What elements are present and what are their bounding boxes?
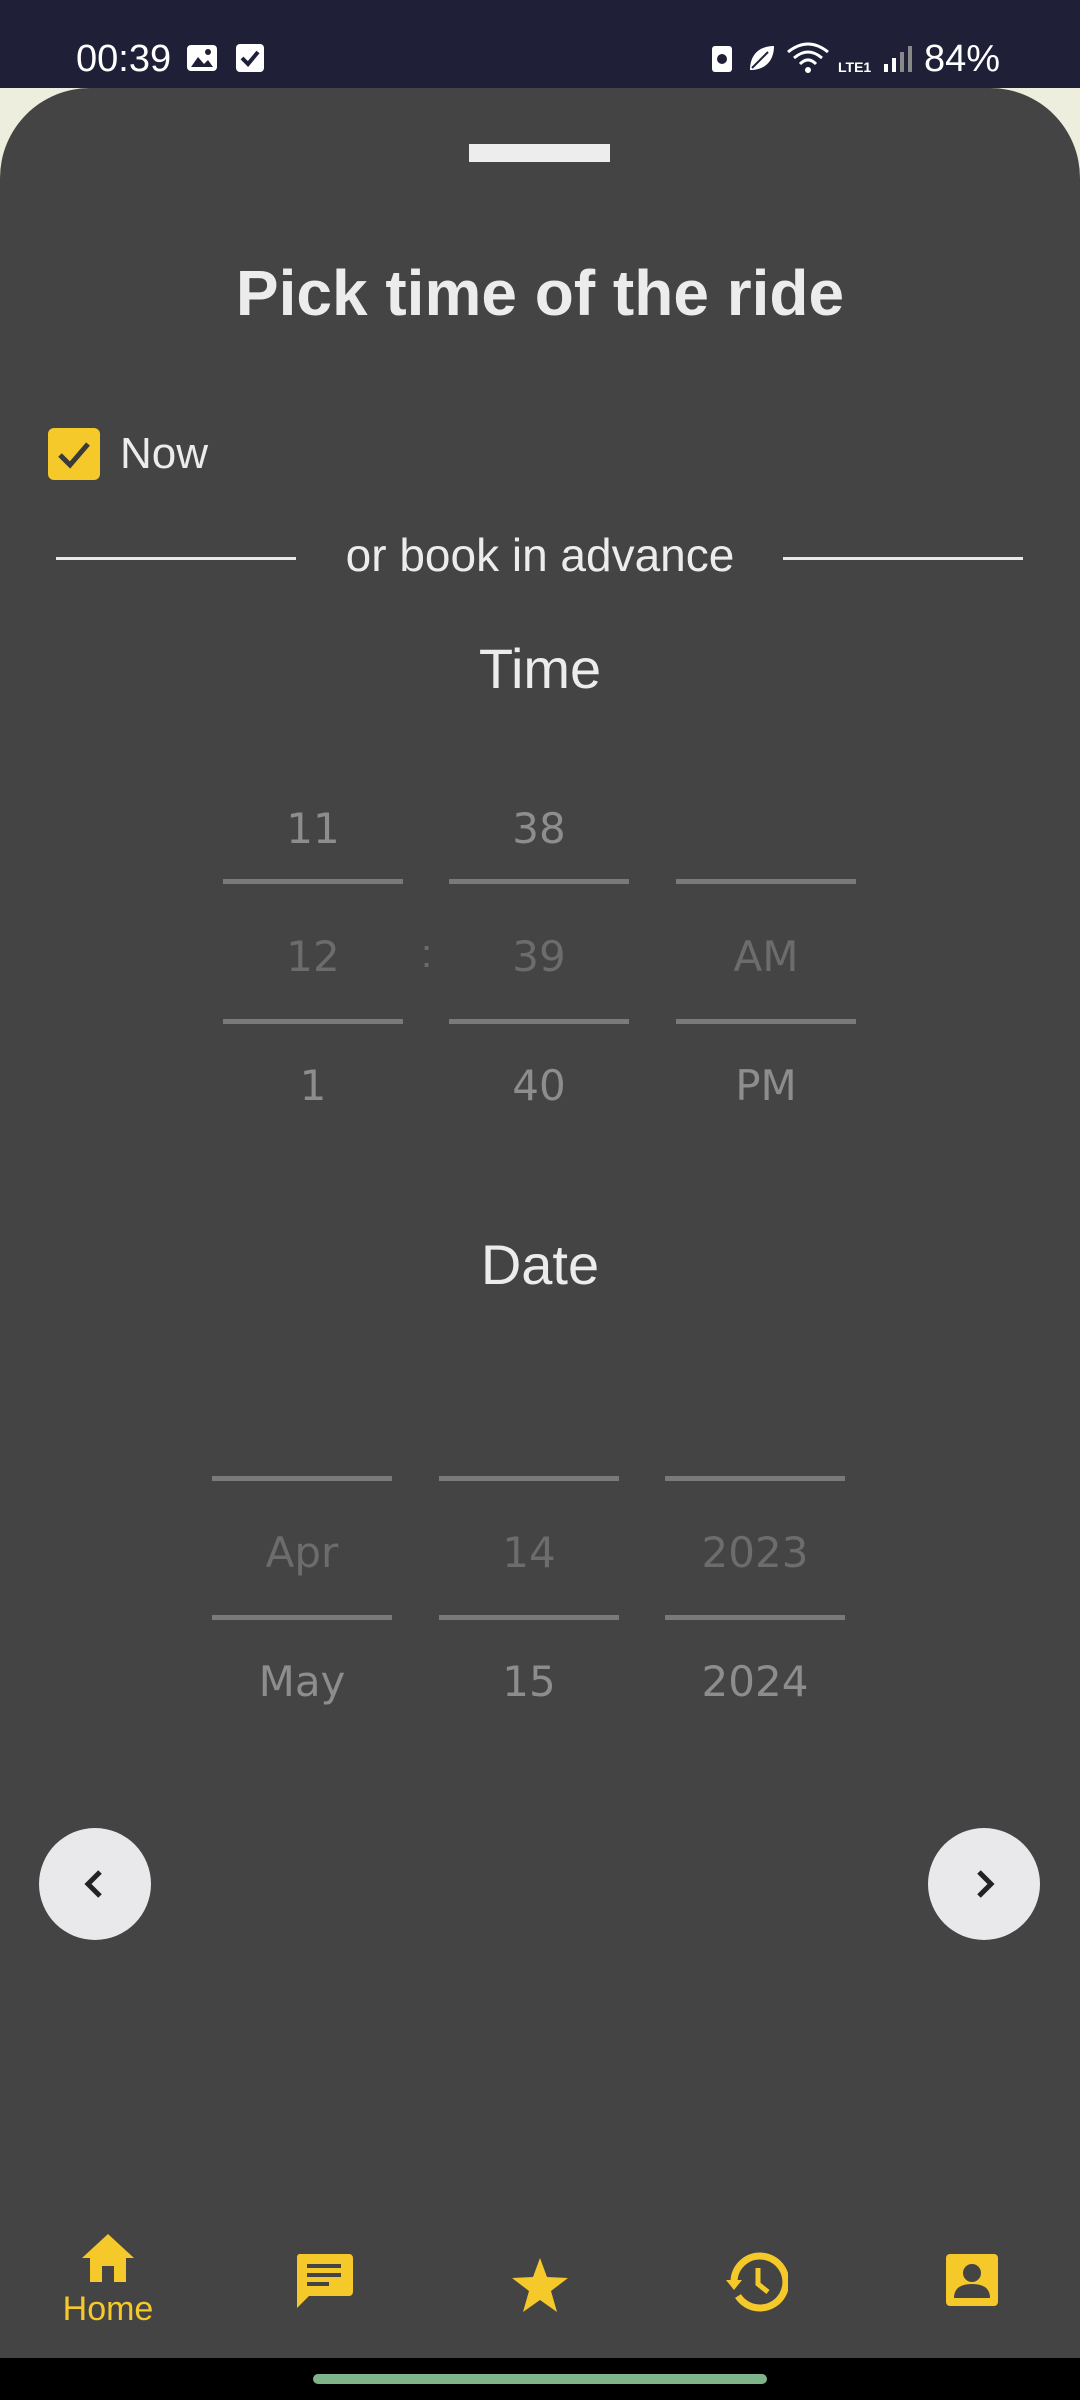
nav-item-history[interactable] bbox=[648, 2208, 864, 2358]
battery-level: 84% bbox=[923, 38, 1000, 80]
period-selected[interactable]: AM bbox=[676, 932, 856, 981]
lte-icon: LTE1 bbox=[838, 42, 878, 74]
minute-option[interactable]: 38 bbox=[449, 804, 629, 853]
time-heading: Time bbox=[478, 637, 602, 700]
gallery-notification-icon bbox=[186, 42, 218, 74]
account-icon bbox=[946, 2254, 998, 2306]
time-picker-sheet: Pick time of the ride Now or book in adv… bbox=[0, 88, 1080, 2238]
month-option[interactable]: May bbox=[212, 1657, 392, 1706]
system-navigation-bar bbox=[0, 2358, 1080, 2400]
year-option[interactable]: 2024 bbox=[665, 1657, 845, 1706]
time-separator: : bbox=[421, 932, 433, 976]
date-heading: Date bbox=[480, 1233, 600, 1296]
wheel-selection-line bbox=[212, 1615, 392, 1620]
wifi-icon bbox=[786, 42, 830, 74]
wheel-selection-line bbox=[665, 1476, 845, 1481]
history-icon bbox=[726, 2252, 788, 2312]
month-selected[interactable]: Apr bbox=[212, 1528, 392, 1577]
wheel-selection-line bbox=[212, 1476, 392, 1481]
bottom-navigation: Home bbox=[0, 2208, 1080, 2358]
divider-right bbox=[783, 557, 1023, 560]
wheel-selection-line bbox=[439, 1476, 619, 1481]
nav-item-home[interactable]: Home bbox=[0, 2208, 216, 2358]
next-button[interactable] bbox=[928, 1828, 1040, 1940]
chevron-right-icon bbox=[977, 1870, 995, 1898]
checkmark-icon bbox=[58, 442, 90, 469]
wheel-selection-line bbox=[223, 1019, 403, 1024]
hour-selected[interactable]: 12 bbox=[223, 932, 403, 981]
gesture-handle[interactable] bbox=[313, 2374, 767, 2384]
network-label: LTE1 bbox=[838, 59, 872, 75]
status-time: 00:39 bbox=[76, 38, 172, 80]
wheel-selection-line bbox=[676, 1019, 856, 1024]
chat-icon bbox=[296, 2254, 353, 2308]
year-selected[interactable]: 2023 bbox=[665, 1528, 845, 1577]
wheel-selection-line bbox=[439, 1615, 619, 1620]
nav-label-home: Home bbox=[62, 2290, 154, 2328]
chevron-left-icon bbox=[84, 1870, 102, 1898]
nav-item-favorites[interactable] bbox=[432, 2208, 648, 2358]
nav-item-profile[interactable] bbox=[864, 2208, 1080, 2358]
wheel-selection-line bbox=[676, 879, 856, 884]
task-notification-icon bbox=[234, 42, 266, 74]
wheel-selection-line bbox=[449, 1019, 629, 1024]
wheel-selection-line bbox=[665, 1615, 845, 1620]
period-option[interactable]: PM bbox=[676, 1061, 856, 1110]
wheel-selection-line bbox=[449, 879, 629, 884]
day-selected[interactable]: 14 bbox=[439, 1528, 619, 1577]
now-label: Now bbox=[120, 429, 209, 478]
day-option[interactable]: 15 bbox=[439, 1657, 619, 1706]
nav-item-messages[interactable] bbox=[216, 2208, 432, 2358]
page-title: Pick time of the ride bbox=[235, 257, 845, 329]
home-icon bbox=[82, 2234, 134, 2282]
signal-icon bbox=[882, 42, 914, 74]
drag-handle[interactable] bbox=[469, 144, 610, 162]
wheel-selection-line bbox=[223, 879, 403, 884]
hour-option[interactable]: 1 bbox=[223, 1061, 403, 1110]
now-option[interactable]: Now bbox=[48, 428, 208, 480]
now-checkbox[interactable] bbox=[48, 428, 100, 480]
minute-option[interactable]: 40 bbox=[449, 1061, 629, 1110]
back-button[interactable] bbox=[39, 1828, 151, 1940]
hour-option[interactable]: 11 bbox=[223, 804, 403, 853]
star-icon bbox=[512, 2258, 568, 2312]
battery-saver-icon bbox=[706, 42, 738, 74]
divider-text: or book in advance bbox=[345, 529, 735, 581]
status-bar: 00:39 LTE1 84% bbox=[0, 0, 1080, 88]
minute-selected[interactable]: 39 bbox=[449, 932, 629, 981]
leaf-icon bbox=[746, 42, 778, 74]
